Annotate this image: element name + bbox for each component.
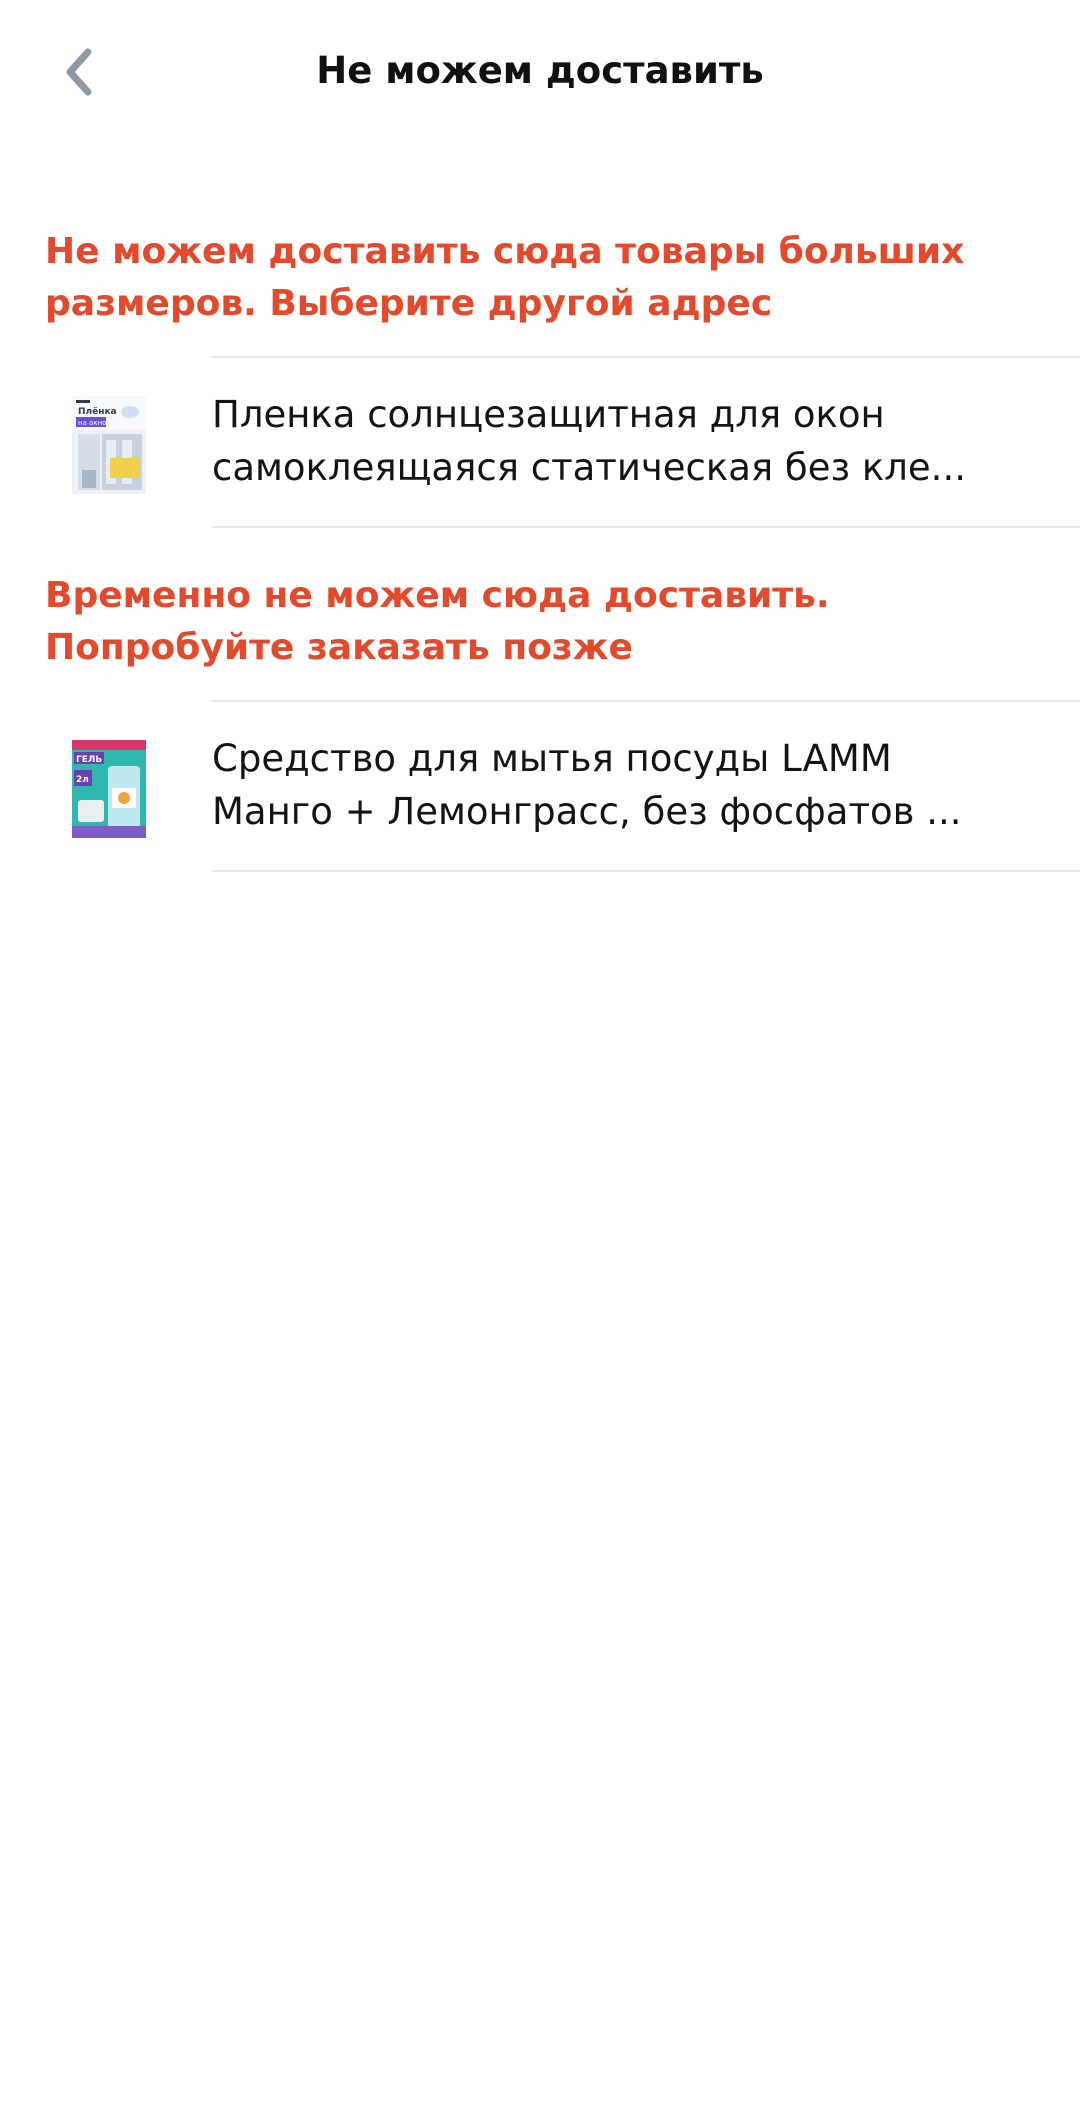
product-row-dish-gel[interactable]: ГЕЛЬ 2л Средство для мытья посуды LAMM М… xyxy=(0,702,1080,872)
section-title-temporary: Временно не можем сюда доставить. Попроб… xyxy=(45,570,1035,674)
thumb-label: ГЕЛЬ xyxy=(76,755,102,765)
divider xyxy=(212,526,1080,528)
product-name-line: Средство для мытья посуды LAMM xyxy=(212,737,892,780)
section-title-oversize: Не можем доставить сюда товары больших р… xyxy=(45,226,1035,330)
section-title-line: Временно не можем сюда доставить. xyxy=(45,575,830,616)
page-title: Не можем доставить xyxy=(316,49,764,92)
product-name: Пленка солнцезащитная для окон самоклеящ… xyxy=(212,388,1012,494)
product-name-line: Пленка солнцезащитная для окон xyxy=(212,393,885,436)
product-name-line: самоклеящаяся статическая без кле... xyxy=(212,446,966,489)
thumb-label: 2л xyxy=(76,775,89,785)
thumb-label: Плёнка xyxy=(78,407,117,417)
section-title-line: Не можем доставить сюда товары больших xyxy=(45,231,965,272)
dish-gel-product-image: ГЕЛЬ 2л xyxy=(72,740,146,838)
section-title-line: Попробуйте заказать позже xyxy=(45,627,633,668)
product-thumbnail: ГЕЛЬ 2л xyxy=(72,740,146,838)
product-row-film[interactable]: Плёнка на окно Пленка солнцезащитная для… xyxy=(0,358,1080,528)
thumb-label: на окно xyxy=(78,419,106,427)
section-title-line: размеров. Выберите другой адрес xyxy=(45,283,773,324)
film-product-image: Плёнка на окно xyxy=(72,396,146,494)
header: Не можем доставить xyxy=(0,0,1080,145)
product-name: Средство для мытья посуды LAMM Манго + Л… xyxy=(212,732,1012,838)
product-thumbnail: Плёнка на окно xyxy=(72,396,146,494)
divider xyxy=(212,870,1080,872)
product-name-line: Манго + Лемонграсс, без фосфатов ... xyxy=(212,790,962,833)
